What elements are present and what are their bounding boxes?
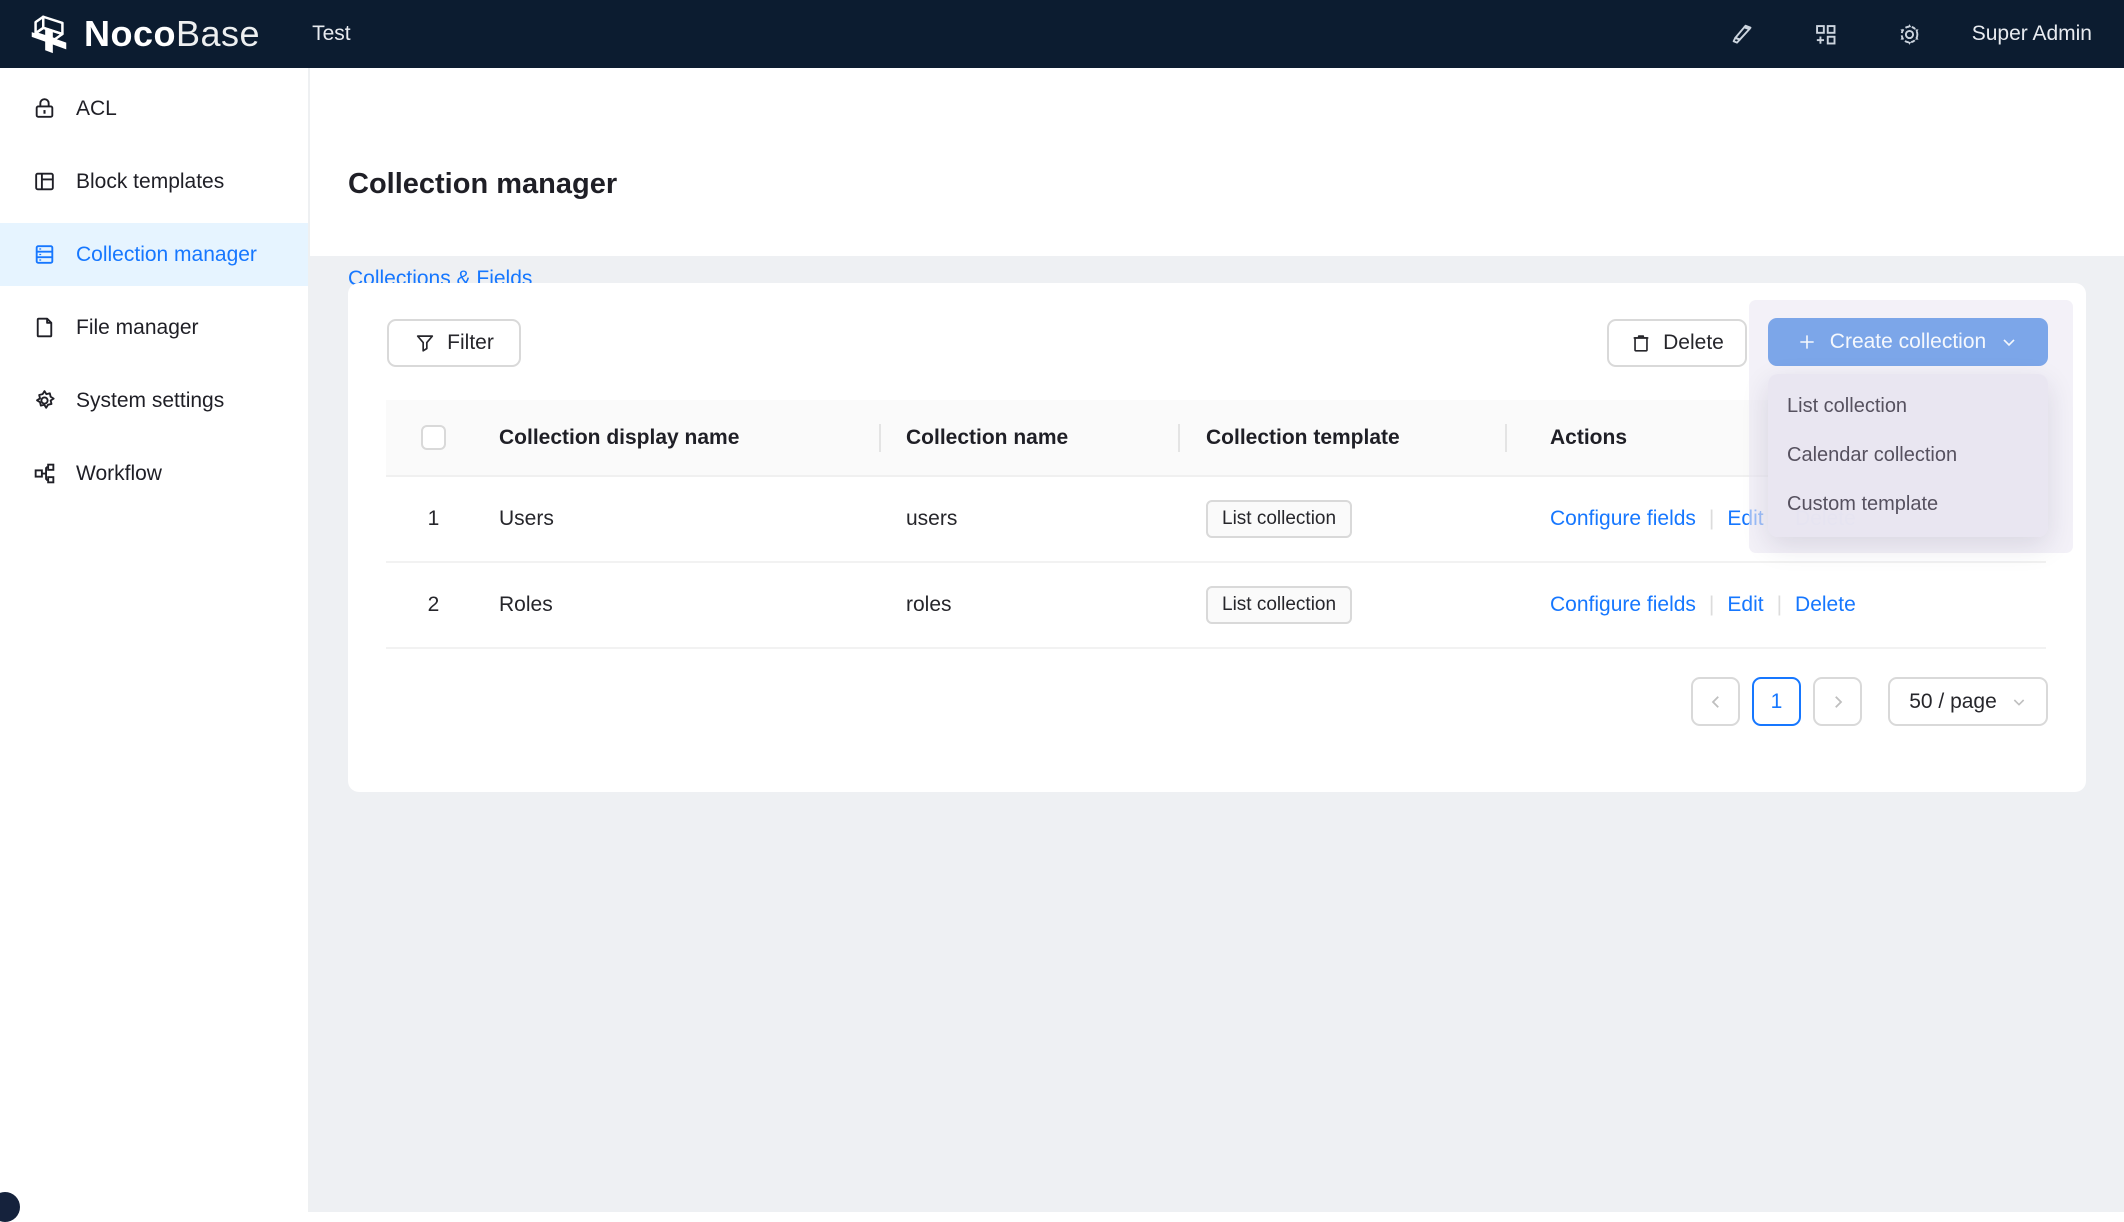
header-nav-item-test[interactable]: Test xyxy=(312,22,351,46)
create-collection-menu: List collection Calendar collection Cust… xyxy=(1768,374,2048,537)
sidebar-item-block-templates[interactable]: Block templates xyxy=(0,150,308,213)
delete-link[interactable]: Delete xyxy=(1795,593,1856,616)
sidebar-item-file-manager[interactable]: File manager xyxy=(0,296,308,359)
sidebar-item-collection-manager[interactable]: Collection manager xyxy=(0,223,308,286)
configure-fields-link[interactable]: Configure fields xyxy=(1550,593,1696,616)
header-right: Super Admin xyxy=(1672,20,2092,48)
chevron-down-icon xyxy=(1999,332,2019,352)
brand[interactable]: NocoBase xyxy=(26,11,260,57)
sidebar-item-workflow[interactable]: Workflow xyxy=(0,442,308,505)
bulk-delete-button[interactable]: Delete xyxy=(1607,319,1747,367)
gear-icon xyxy=(32,388,57,413)
workflow-icon xyxy=(32,461,57,486)
filter-button[interactable]: Filter xyxy=(387,319,521,367)
page-size-select[interactable]: 50 / page xyxy=(1888,677,2048,726)
row-index-cell[interactable]: 1 xyxy=(386,507,481,531)
sidebar-item-label: ACL xyxy=(76,97,117,121)
display-name-cell: Roles xyxy=(481,593,879,617)
create-collection-dropdown-overlay: Create collection List collection Calend… xyxy=(1749,300,2073,553)
layout-icon xyxy=(32,169,57,194)
edit-link[interactable]: Edit xyxy=(1727,593,1763,616)
template-cell: List collection xyxy=(1178,500,1505,538)
appstore-add-icon[interactable] xyxy=(1812,20,1840,48)
file-icon xyxy=(32,315,57,340)
database-icon xyxy=(32,242,57,267)
column-header-name: Collection name xyxy=(879,426,1178,450)
configure-fields-link[interactable]: Configure fields xyxy=(1550,507,1696,530)
sidebar-item-label: Collection manager xyxy=(76,243,257,267)
app-header: NocoBase Test Sup xyxy=(0,0,2124,68)
name-cell: roles xyxy=(879,593,1178,617)
settings-gear-icon[interactable] xyxy=(1896,20,1924,48)
template-tag: List collection xyxy=(1206,500,1352,538)
column-header-display-name: Collection display name xyxy=(481,426,879,450)
plus-icon xyxy=(1797,332,1817,352)
pagination: 1 50 / page xyxy=(1691,677,2048,726)
sidebar-item-label: Block templates xyxy=(76,170,224,194)
select-all-checkbox[interactable] xyxy=(421,425,446,450)
actions-cell: Configure fields|Edit|Delete xyxy=(1505,593,2046,617)
template-tag: List collection xyxy=(1206,586,1352,624)
menu-item-calendar-collection[interactable]: Calendar collection xyxy=(1768,431,2048,480)
create-collection-button[interactable]: Create collection xyxy=(1768,318,2048,366)
nocobase-logo-icon xyxy=(26,11,72,57)
page-header: Collection manager Collections & Fields xyxy=(310,68,2124,256)
chevron-down-icon xyxy=(2011,694,2027,710)
display-name-cell: Users xyxy=(481,507,879,531)
lock-icon xyxy=(32,96,57,121)
chevron-left-icon xyxy=(1707,693,1725,711)
page-number-button[interactable]: 1 xyxy=(1752,677,1801,726)
sidebar: ACL Block templates Collection manager F… xyxy=(0,68,310,1212)
menu-item-custom-template[interactable]: Custom template xyxy=(1768,480,2048,529)
brand-name: NocoBase xyxy=(84,16,260,52)
next-page-button[interactable] xyxy=(1813,677,1862,726)
sidebar-item-system-settings[interactable]: System settings xyxy=(0,369,308,432)
row-index-cell[interactable]: 2 xyxy=(386,593,481,617)
table-row: 2 Roles roles List collection Configure … xyxy=(386,563,2046,649)
template-cell: List collection xyxy=(1178,586,1505,624)
sidebar-item-label: File manager xyxy=(76,316,199,340)
menu-item-list-collection[interactable]: List collection xyxy=(1768,382,2048,431)
trash-icon xyxy=(1630,332,1652,354)
prev-page-button[interactable] xyxy=(1691,677,1740,726)
column-header-template: Collection template xyxy=(1178,426,1505,450)
ui-editor-highlighter-icon[interactable] xyxy=(1728,20,1756,48)
main-content: Collection manager Collections & Fields … xyxy=(310,68,2124,1212)
name-cell: users xyxy=(879,507,1178,531)
sidebar-item-label: System settings xyxy=(76,389,224,413)
funnel-icon xyxy=(414,332,436,354)
select-all-cell xyxy=(386,425,481,450)
sidebar-item-label: Workflow xyxy=(76,462,162,486)
page-title: Collection manager xyxy=(348,168,617,201)
user-menu[interactable]: Super Admin xyxy=(1972,22,2092,46)
chevron-right-icon xyxy=(1829,693,1847,711)
sidebar-item-acl[interactable]: ACL xyxy=(0,77,308,140)
